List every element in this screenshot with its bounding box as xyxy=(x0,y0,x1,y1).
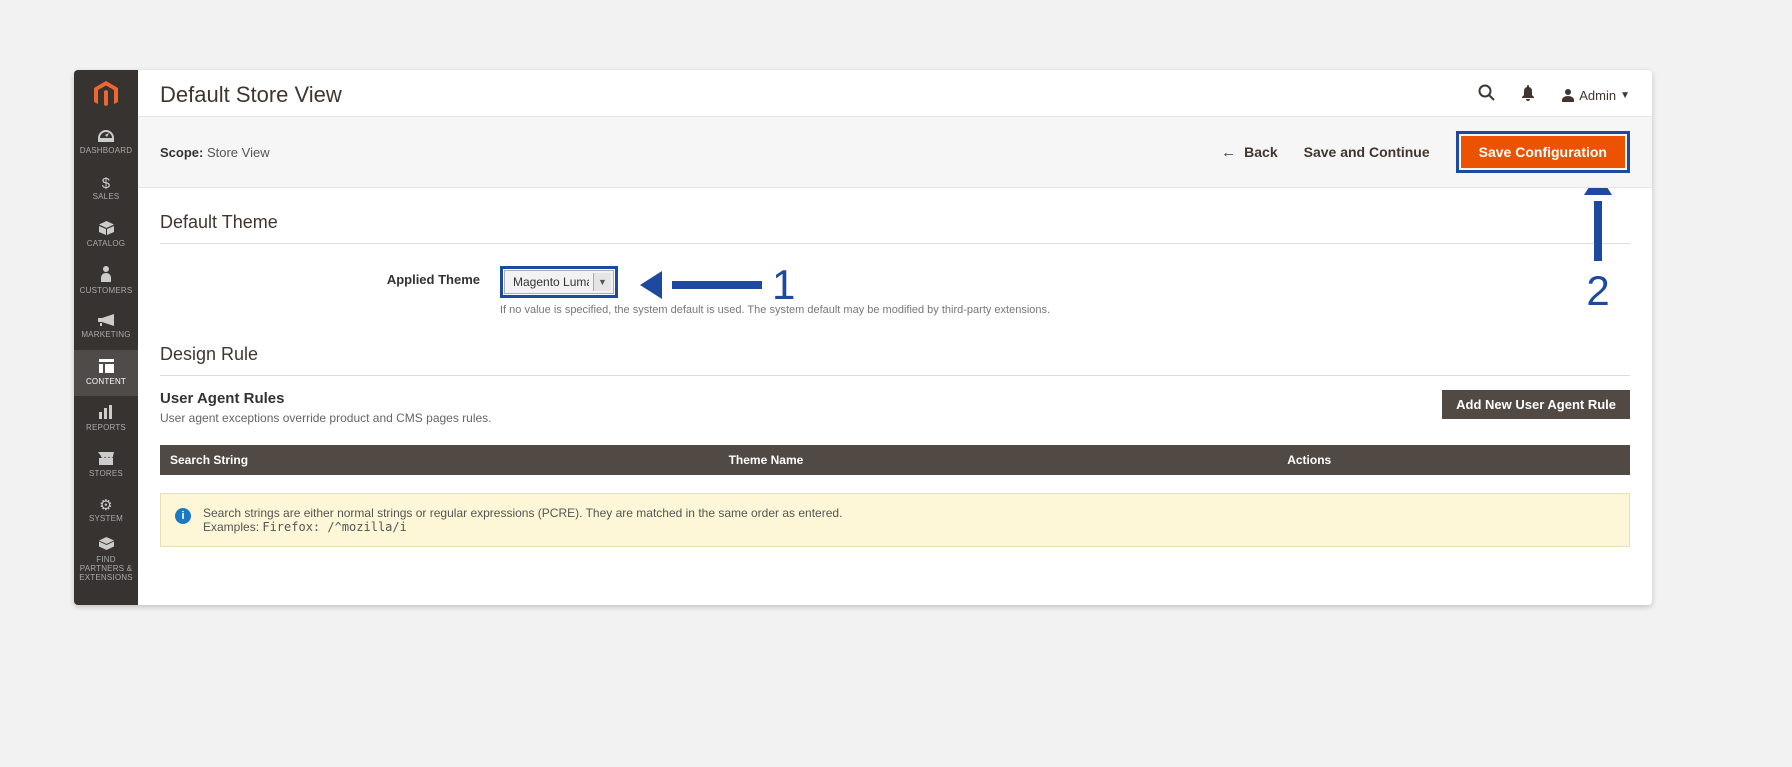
arrow-shaft xyxy=(672,281,762,289)
user-agent-rules-table: Search String Theme Name Actions xyxy=(160,445,1630,475)
applied-theme-control: Magento Luma ▼ If no value is specified,… xyxy=(500,266,1050,316)
sidebar-item-label: CONTENT xyxy=(86,378,126,387)
column-actions: Actions xyxy=(1277,445,1630,475)
applied-theme-select[interactable]: Magento Luma xyxy=(504,270,614,294)
info-line-2: Examples: Firefox: /^mozilla/i xyxy=(203,520,842,534)
back-button[interactable]: ← Back xyxy=(1221,144,1277,161)
applied-theme-label: Applied Theme xyxy=(160,266,480,287)
annotation-number-1: 1 xyxy=(772,261,795,309)
app-frame: DASHBOARD $ SALES CATALOG CUSTOMERS MARK… xyxy=(74,70,1652,605)
scope-value: Store View xyxy=(207,145,270,160)
sidebar-item-label: MARKETING xyxy=(81,331,130,340)
annotation-highlight-save: Save Configuration xyxy=(1456,131,1630,173)
page-title: Default Store View xyxy=(160,82,1460,108)
sidebar-item-label: STORES xyxy=(89,470,123,479)
column-search-string: Search String xyxy=(160,445,719,475)
dollar-icon: $ xyxy=(102,176,111,191)
info-line-1: Search strings are either normal strings… xyxy=(203,506,842,520)
top-icons: Admin ▼ xyxy=(1478,84,1630,106)
search-icon[interactable] xyxy=(1478,84,1495,106)
scope-bar: Scope: Store View ← Back Save and Contin… xyxy=(138,116,1652,188)
sidebar-item-marketing[interactable]: MARKETING xyxy=(74,304,138,350)
scope-indicator: Scope: Store View xyxy=(160,145,270,160)
user-agent-rules-text: User Agent Rules User agent exceptions o… xyxy=(160,390,492,425)
add-user-agent-rule-button[interactable]: Add New User Agent Rule xyxy=(1442,390,1630,419)
default-theme-heading: Default Theme xyxy=(160,202,1630,244)
user-agent-rules-heading: User Agent Rules xyxy=(160,390,492,407)
sidebar-item-dashboard[interactable]: DASHBOARD xyxy=(74,120,138,166)
layout-icon xyxy=(99,359,114,376)
applied-theme-help: If no value is specified, the system def… xyxy=(500,304,1050,316)
sidebar-item-label: CATALOG xyxy=(87,240,125,249)
store-icon xyxy=(98,452,114,468)
sidebar-item-label: DASHBOARD xyxy=(80,147,132,156)
sidebar-item-label: SALES xyxy=(93,193,120,202)
sidebar-item-partners[interactable]: FIND PARTNERS & EXTENSIONS xyxy=(74,534,138,586)
sidebar-item-customers[interactable]: CUSTOMERS xyxy=(74,258,138,304)
sidebar-item-reports[interactable]: REPORTS xyxy=(74,396,138,442)
arrow-left-icon: ← xyxy=(1221,144,1236,161)
sidebar-item-catalog[interactable]: CATALOG xyxy=(74,212,138,258)
sidebar-item-label: CUSTOMERS xyxy=(80,287,133,296)
annotation-highlight-select: Magento Luma ▼ xyxy=(500,266,618,298)
design-rule-heading: Design Rule xyxy=(160,334,1630,376)
puzzle-icon xyxy=(99,537,114,554)
magento-logo[interactable] xyxy=(74,70,138,120)
arrow-head-icon xyxy=(1584,188,1612,195)
sidebar-item-content[interactable]: CONTENT xyxy=(74,350,138,396)
scope-label: Scope: xyxy=(160,145,203,160)
sidebar: DASHBOARD $ SALES CATALOG CUSTOMERS MARK… xyxy=(74,70,138,605)
user-agent-rules-desc: User agent exceptions override product a… xyxy=(160,411,492,425)
gear-icon: ⚙ xyxy=(99,498,113,513)
person-icon xyxy=(101,266,111,285)
topbar: Default Store View Admin ▼ xyxy=(138,70,1652,116)
bell-icon[interactable] xyxy=(1521,85,1535,106)
main-panel: Default Store View Admin ▼ Scope: Store … xyxy=(138,70,1652,605)
arrow-head-icon xyxy=(640,271,662,299)
user-icon xyxy=(1561,88,1575,102)
back-label: Back xyxy=(1244,144,1277,160)
megaphone-icon xyxy=(98,314,114,329)
sidebar-item-label: SYSTEM xyxy=(89,515,123,524)
info-icon: i xyxy=(175,508,191,524)
column-theme-name: Theme Name xyxy=(719,445,1278,475)
chart-icon xyxy=(99,405,113,422)
magento-logo-icon xyxy=(94,81,118,109)
info-box: i Search strings are either normal strin… xyxy=(160,493,1630,547)
chevron-down-icon: ▼ xyxy=(1620,90,1630,101)
content-area: Default Theme Applied Theme Magento Luma… xyxy=(138,188,1652,605)
sidebar-item-label: FIND PARTNERS & EXTENSIONS xyxy=(76,556,136,582)
sidebar-item-label: REPORTS xyxy=(86,424,126,433)
applied-theme-row: Applied Theme Magento Luma ▼ If no value… xyxy=(160,266,1630,316)
user-agent-rules-header: User Agent Rules User agent exceptions o… xyxy=(160,390,1630,425)
gauge-icon xyxy=(98,130,114,145)
box-icon xyxy=(99,221,114,238)
user-name: Admin xyxy=(1579,88,1616,103)
user-menu[interactable]: Admin ▼ xyxy=(1561,88,1630,103)
action-buttons: ← Back Save and Continue Save Configurat… xyxy=(1221,131,1630,173)
sidebar-item-system[interactable]: ⚙ SYSTEM xyxy=(74,488,138,534)
sidebar-item-sales[interactable]: $ SALES xyxy=(74,166,138,212)
sidebar-item-stores[interactable]: STORES xyxy=(74,442,138,488)
save-configuration-button[interactable]: Save Configuration xyxy=(1461,136,1625,168)
info-text: Search strings are either normal strings… xyxy=(203,506,842,534)
annotation-arrow-1: 1 xyxy=(640,261,795,309)
save-and-continue-button[interactable]: Save and Continue xyxy=(1304,144,1430,160)
